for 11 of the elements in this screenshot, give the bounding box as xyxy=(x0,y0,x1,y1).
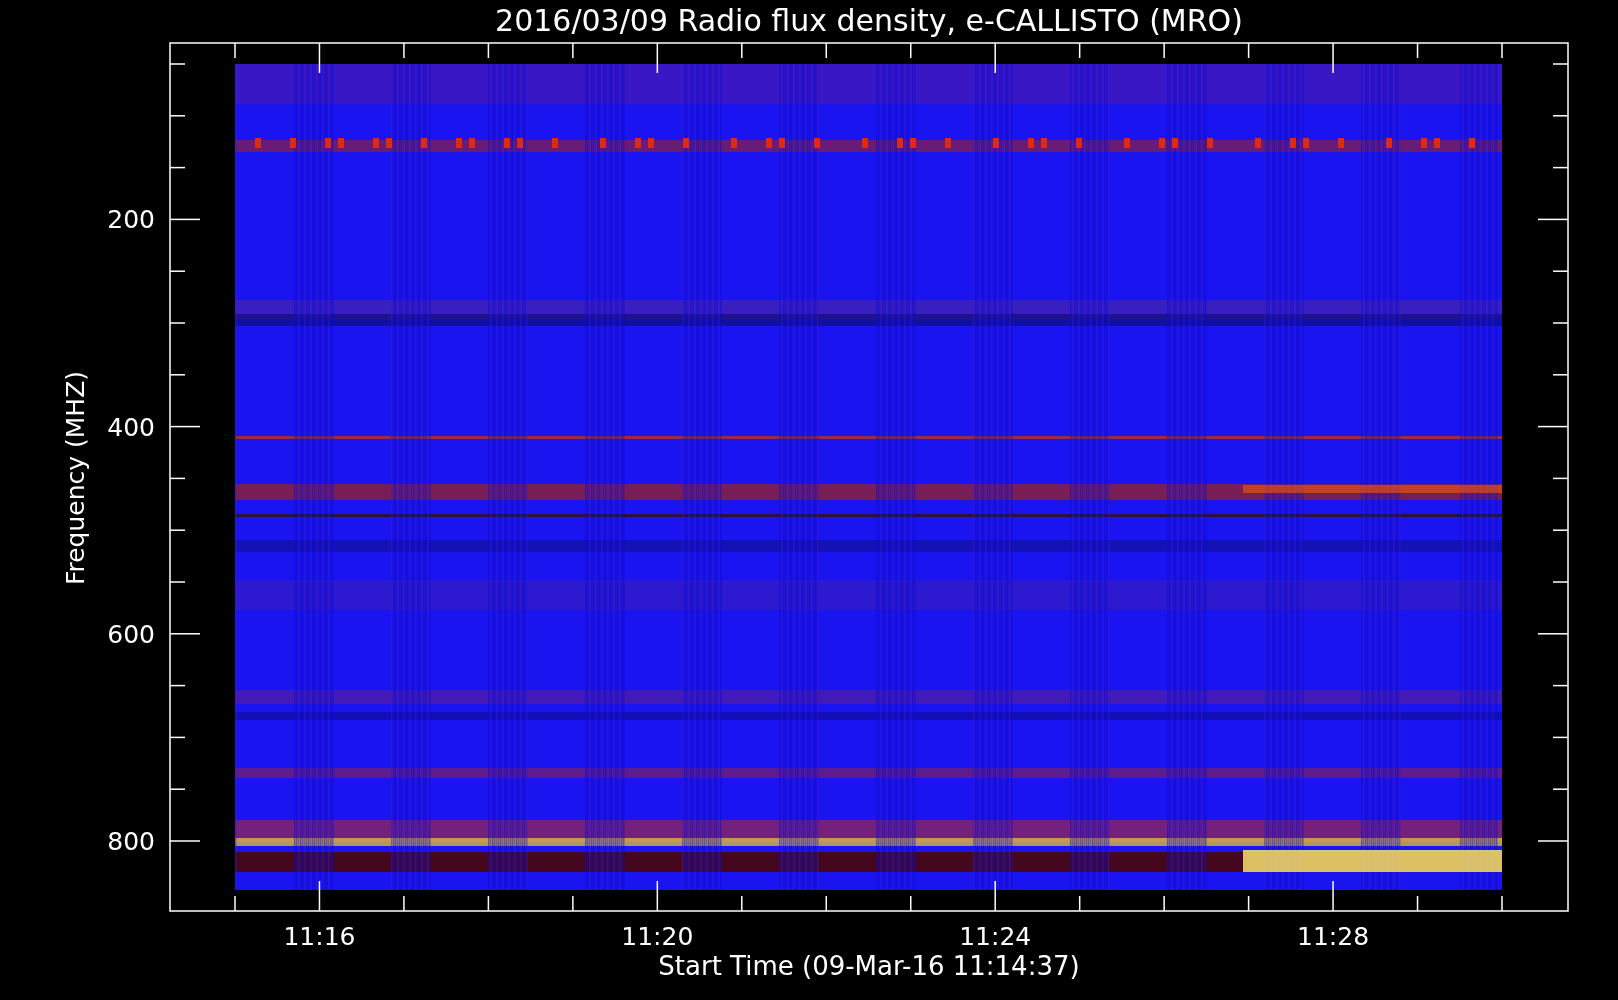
y-tick-label: 400 xyxy=(107,412,155,442)
x-tick-label: 11:24 xyxy=(959,922,1032,951)
x-tick-label: 11:16 xyxy=(283,922,356,951)
y-tick-label: 800 xyxy=(107,827,155,856)
x-tick-label: 11:28 xyxy=(1297,922,1370,951)
y-axis-label: Frequency (MHZ) xyxy=(61,370,90,586)
y-tick-label: 200 xyxy=(107,205,155,235)
x-tick-label: 11:20 xyxy=(621,922,694,951)
y-tick-label: 600 xyxy=(107,619,155,649)
plot-title: 2016/03/09 Radio flux density, e-CALLISTO (MRO) xyxy=(495,3,1243,38)
x-axis-label: Start Time (09-Mar-16 11:14:37) xyxy=(658,951,1080,981)
